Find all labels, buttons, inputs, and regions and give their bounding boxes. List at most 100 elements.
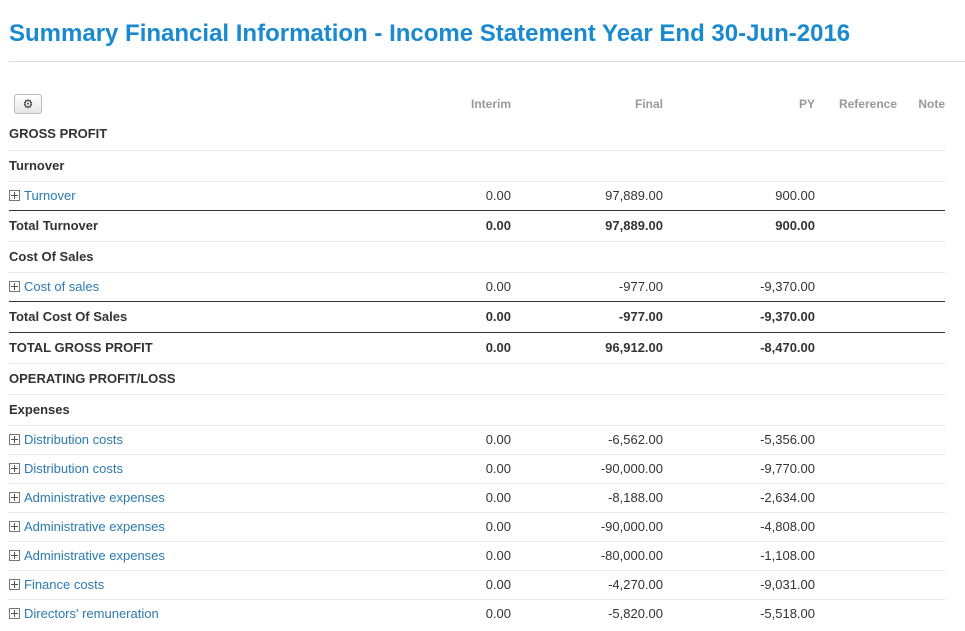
cell-final <box>511 393 663 425</box>
cell-py <box>663 149 815 181</box>
cell-note <box>897 540 945 570</box>
expand-icon[interactable] <box>9 280 20 292</box>
account-link[interactable]: Finance costs <box>24 577 104 592</box>
expand-icon[interactable] <box>9 549 20 561</box>
account-link[interactable]: Turnover <box>24 188 76 203</box>
cell-note <box>897 362 945 394</box>
statement-row-subsection: Cost Of Sales <box>9 240 945 272</box>
expand-icon[interactable] <box>9 462 20 474</box>
cell-note <box>897 180 945 210</box>
cell-final: 96,912.00 <box>511 331 663 363</box>
cell-py: -1,108.00 <box>663 540 815 570</box>
column-header-py: PY <box>798 96 815 111</box>
statement-row-account[interactable]: Distribution costs 0.00 -90,000.00 -9,770.0… <box>9 453 945 483</box>
expand-icon[interactable] <box>9 578 20 590</box>
statement-row-account[interactable]: Administrative expenses 0.00 -80,000.00 -1,… <box>9 540 945 570</box>
statement-row-subsection: Turnover <box>9 149 945 181</box>
cell-interim: 0.00 <box>411 540 511 570</box>
cell-reference <box>815 300 897 332</box>
statement-row-subtotal: Total Cost Of Sales 0.00 -977.00 -9,370.00 <box>9 300 945 332</box>
cell-py: -9,370.00 <box>663 300 815 332</box>
cell-reference <box>815 271 897 301</box>
account-link[interactable]: Distribution costs <box>24 461 123 476</box>
expand-icon[interactable] <box>9 189 20 201</box>
statement-row-account[interactable]: Cost of sales 0.00 -977.00 -9,370.00 <box>9 271 945 301</box>
row-label-cell: Administrative expenses <box>9 482 411 512</box>
cell-reference <box>815 482 897 512</box>
statement-row-section: GROSS PROFIT <box>9 119 945 150</box>
grand-total-label: TOTAL GROSS PROFIT <box>9 339 153 355</box>
account-link[interactable]: Administrative expenses <box>24 490 165 505</box>
statement-row-account[interactable]: Administrative expenses 0.00 -90,000.00 -4,… <box>9 511 945 541</box>
cell-reference <box>815 119 897 150</box>
subsection-heading: Turnover <box>9 157 65 173</box>
statement-row-account[interactable]: Directors' remuneration 0.00 -5,820.00 -5,5… <box>9 598 945 628</box>
statement-row-account[interactable]: Turnover 0.00 97,889.00 900.00 <box>9 180 945 210</box>
cell-py <box>663 362 815 394</box>
cell-py: -4,808.00 <box>663 511 815 541</box>
cell-interim <box>411 119 511 150</box>
cell-final: -8,188.00 <box>511 482 663 512</box>
account-link[interactable]: Cost of sales <box>24 279 99 294</box>
column-header-note: Note <box>918 96 945 111</box>
cell-reference <box>815 209 897 241</box>
statement-row-account[interactable]: Administrative expenses 0.00 -8,188.00 -2,6… <box>9 482 945 512</box>
cell-interim <box>411 393 511 425</box>
cell-final: -90,000.00 <box>511 453 663 483</box>
expand-icon[interactable] <box>9 520 20 532</box>
statement-row-account[interactable]: Finance costs 0.00 -4,270.00 -9,031.00 <box>9 569 945 599</box>
cell-interim: 0.00 <box>411 271 511 301</box>
row-label-cell: OPERATING PROFIT/LOSS <box>9 362 411 394</box>
cell-note <box>897 331 945 363</box>
cell-reference <box>815 180 897 210</box>
cell-py: -9,031.00 <box>663 569 815 599</box>
statement-row-grandtotal: TOTAL GROSS PROFIT 0.00 96,912.00 -8,470.00 <box>9 331 945 363</box>
cell-final <box>511 362 663 394</box>
section-heading: OPERATING PROFIT/LOSS <box>9 370 176 386</box>
account-link[interactable]: Administrative expenses <box>24 519 165 534</box>
cell-reference <box>815 240 897 272</box>
row-label-cell: Administrative expenses <box>9 511 411 541</box>
cell-interim: 0.00 <box>411 180 511 210</box>
statement-row-account[interactable]: Distribution costs 0.00 -6,562.00 -5,356.00 <box>9 424 945 454</box>
cell-note <box>897 209 945 241</box>
cell-final <box>511 149 663 181</box>
column-header-final: Final <box>634 96 663 111</box>
statement-row-subsection: Expenses <box>9 393 945 425</box>
cell-note <box>897 569 945 599</box>
cell-interim <box>411 240 511 272</box>
cell-interim: 0.00 <box>411 424 511 454</box>
expand-icon[interactable] <box>9 433 20 445</box>
cell-note <box>897 511 945 541</box>
account-link[interactable]: Administrative expenses <box>24 548 165 563</box>
cell-interim: 0.00 <box>411 331 511 363</box>
row-label-cell: Directors' remuneration <box>9 598 411 628</box>
cell-reference <box>815 453 897 483</box>
cell-final: -5,820.00 <box>511 598 663 628</box>
cell-py: -2,634.00 <box>663 482 815 512</box>
subtotal-label: Total Cost Of Sales <box>9 308 128 324</box>
cell-reference <box>815 149 897 181</box>
row-label-cell: GROSS PROFIT <box>9 119 411 150</box>
expand-icon[interactable] <box>9 491 20 503</box>
cell-note <box>897 300 945 332</box>
settings-button[interactable]: ⚙ <box>14 93 42 114</box>
expand-icon[interactable] <box>9 607 20 619</box>
cell-reference <box>815 569 897 599</box>
cell-final: 97,889.00 <box>511 180 663 210</box>
account-link[interactable]: Distribution costs <box>24 432 123 447</box>
cell-py: -8,470.00 <box>663 331 815 363</box>
row-label-cell: Total Turnover <box>9 209 411 241</box>
cell-interim: 0.00 <box>411 453 511 483</box>
cell-interim <box>411 362 511 394</box>
cell-reference <box>815 424 897 454</box>
cell-final: -90,000.00 <box>511 511 663 541</box>
account-link[interactable]: Directors' remuneration <box>24 606 159 621</box>
row-label-cell: Turnover <box>9 149 411 181</box>
page-title: Summary Financial Information - Income S… <box>9 20 851 47</box>
row-label-cell: TOTAL GROSS PROFIT <box>9 331 411 363</box>
cell-interim <box>411 149 511 181</box>
row-label-cell: Total Cost Of Sales <box>9 300 411 332</box>
cell-interim: 0.00 <box>411 300 511 332</box>
cell-final <box>511 240 663 272</box>
